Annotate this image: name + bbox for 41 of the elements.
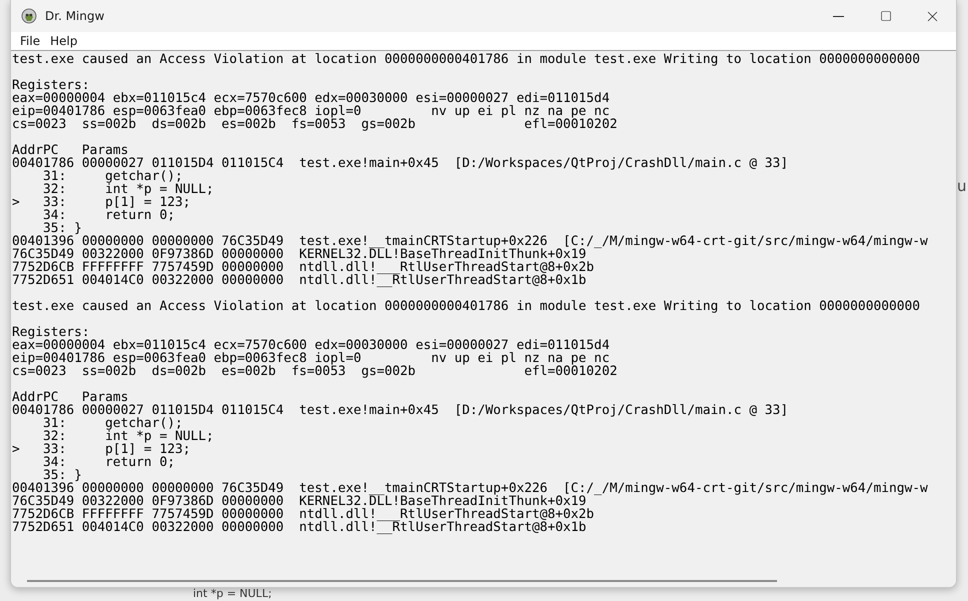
log-line: 76C35D49 00322000 0F97386D 00000000 KERNEL32.DLL!BaseThreadInitThunk+0x19 <box>12 495 586 508</box>
horizontal-scrollbar[interactable] <box>11 575 956 587</box>
log-line: 7752D6CB FFFFFFFF 7757459D 00000000 ntdll.dll!___RtlUserThreadStart@8+0x2b <box>12 508 596 521</box>
window-title: Dr. Mingw <box>45 9 106 23</box>
log-line: eip=00401786 esp=0063fea0 ebp=0063fec8 iopl=0 nv up ei pl nz na pe nc <box>12 352 610 365</box>
log-line: 00401396 00000000 00000000 76C35D49 test.exe!__tmainCRTStartup+0x226 [C:/_/M/mingw-w64-crt-git/src/mingw-w64/mingw-w <box>12 482 929 495</box>
log-line: > 33: p[1] = 123; <box>12 196 192 209</box>
log-line: 35: } <box>43 222 82 235</box>
log-line: eax=00000004 ebx=011015c4 ecx=7570c600 edx=00030000 esi=00000027 edi=011015d4 <box>12 92 611 105</box>
menu-item[interactable]: Help <box>45 34 82 48</box>
log-line: 7752D6CB FFFFFFFF 7757459D 00000000 ntdll.dll!___RtlUserThreadStart@8+0x2b <box>12 261 596 274</box>
background-code-line: int *p = NULL; <box>193 588 272 600</box>
log-line: cs=0023 ss=002b ds=002b es=002b fs=0053 gs=002b efl=00010202 <box>12 365 618 378</box>
scrollbar-thumb[interactable] <box>27 580 777 582</box>
app-icon <box>21 8 37 24</box>
log-line: cs=0023 ss=002b ds=002b es=002b fs=0053 gs=002b efl=00010202 <box>12 118 618 131</box>
log-line: 7752D651 004014C0 00322000 00000000 ntdll.dll!__RtlUserThreadStart@8+0x1b <box>12 274 586 287</box>
log-line: 35: } <box>43 469 82 482</box>
background-text: u <box>957 177 967 195</box>
log-line: 34: return 0; <box>42 209 176 222</box>
log-line: eip=00401786 esp=0063fea0 ebp=0063fec8 iopl=0 nv up ei pl nz na pe nc <box>12 105 610 118</box>
log-line: 32: int *p = NULL; <box>42 430 215 443</box>
log-line: AddrPC Params <box>12 144 128 157</box>
menu-item[interactable]: File <box>15 34 46 48</box>
log-line: 7752D651 004014C0 00322000 00000000 ntdll.dll!__RtlUserThreadStart@8+0x1b <box>12 521 586 534</box>
log-line: Registers: <box>12 326 90 339</box>
maximize-icon <box>880 10 892 22</box>
log-line: 32: int *p = NULL; <box>42 183 215 196</box>
log-line: Registers: <box>12 79 90 92</box>
log-line: 00401786 00000027 011015D4 011015C4 test.exe!main+0x45 [D:/Workspaces/QtProj/CrashDll/main.c @ 33] <box>12 404 790 417</box>
log-line: > 33: p[1] = 123; <box>12 443 192 456</box>
log-line: test.exe caused an Access Violation at location 0000000000401786 in module test.exe Writing to location 0000000000000 <box>12 53 922 66</box>
log-line: 76C35D49 00322000 0F97386D 00000000 KERNEL32.DLL!BaseThreadInitThunk+0x19 <box>12 248 586 261</box>
log-line: test.exe caused an Access Violation at location 0000000000401786 in module test.exe Writing to location 0000000000000 <box>12 300 922 313</box>
log-line: 00401786 00000027 011015D4 011015C4 test.exe!main+0x45 [D:/Workspaces/QtProj/CrashDll/main.c @ 33] <box>12 157 790 170</box>
log-line: 31: getchar(); <box>42 417 183 430</box>
log-line: 31: getchar(); <box>42 170 183 183</box>
log-line: 34: return 0; <box>42 456 176 469</box>
log-line: eax=00000004 ebx=011015c4 ecx=7570c600 edx=00030000 esi=00000027 edi=011015d4 <box>12 339 611 352</box>
log-line: 00401396 00000000 00000000 76C35D49 test.exe!__tmainCRTStartup+0x226 [C:/_/M/mingw-w64-crt-git/src/mingw-w64/mingw-w <box>12 235 929 248</box>
log-line: AddrPC Params <box>12 391 128 404</box>
